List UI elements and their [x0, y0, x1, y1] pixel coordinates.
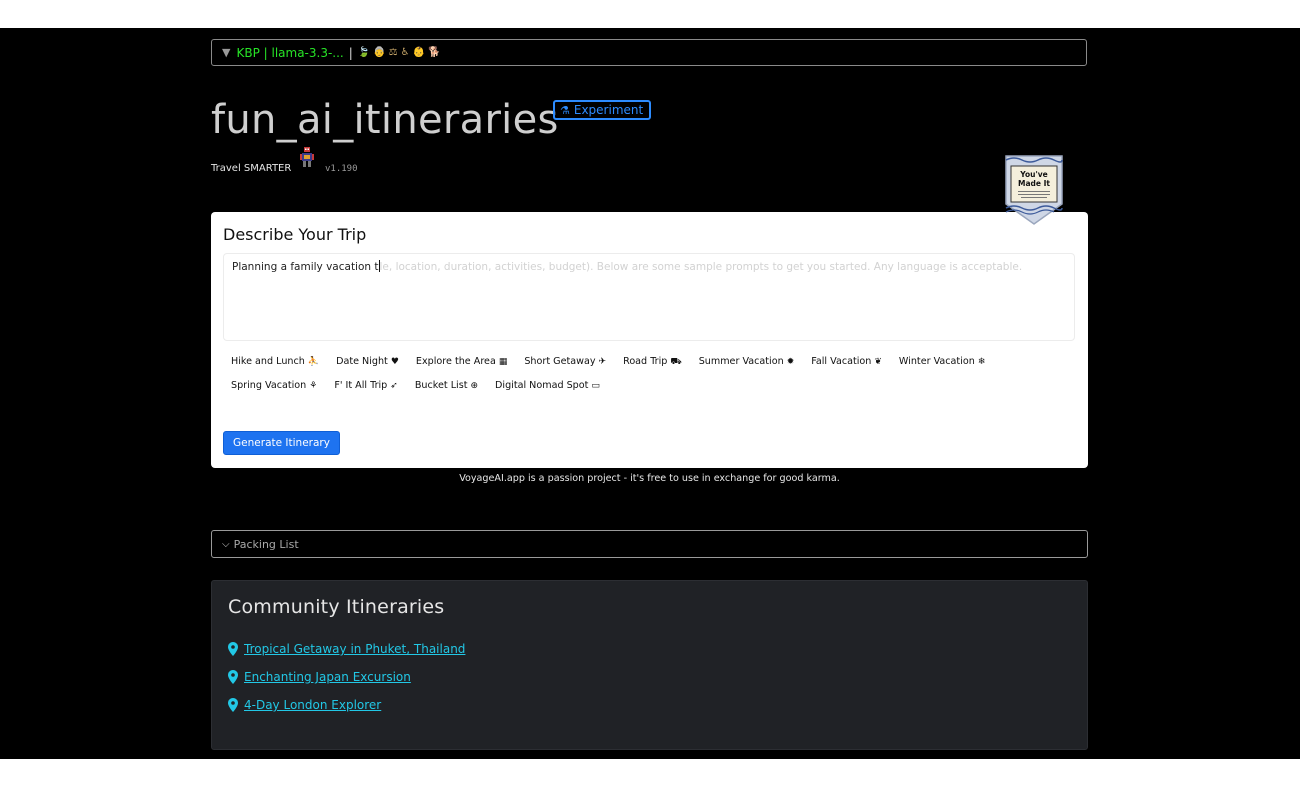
- chip-label: Hike and Lunch: [231, 356, 305, 367]
- sample-prompt-chips: Hike and Lunch ⛹ Date Night ♥ Explore the …: [231, 356, 1081, 391]
- leaf-icon: ❦: [874, 357, 882, 367]
- made-it-shield-badge: You've Made It: [1005, 155, 1063, 225]
- chip-short-getaway[interactable]: Short Getaway ✈: [524, 356, 606, 368]
- globe-icon: ⊕: [470, 381, 479, 391]
- chip-label: Bucket List: [414, 380, 468, 391]
- karma-note: VoyageAI.app is a passion project - it's…: [459, 473, 840, 484]
- community-itineraries-panel: Community Itineraries Tropical Getaway i…: [211, 580, 1088, 750]
- chip-label: Date Night: [336, 356, 388, 367]
- chip-label: Fall Vacation: [811, 356, 872, 367]
- list-item: Tropical Getaway in Phuket, Thailand: [228, 635, 465, 663]
- itinerary-link-phuket[interactable]: Tropical Getaway in Phuket, Thailand: [244, 642, 465, 656]
- packing-list-toggle[interactable]: ⌵ Packing List: [211, 530, 1088, 558]
- car-icon: ⛟: [670, 357, 682, 367]
- snowflake-icon: ❄: [977, 357, 986, 367]
- trip-prompt-value: Planning a family vacation t: [232, 261, 379, 273]
- chip-label: Short Getaway: [524, 356, 596, 367]
- packing-list-label: Packing List: [233, 537, 299, 551]
- chip-road-trip[interactable]: Road Trip ⛟: [623, 356, 682, 368]
- chip-label: Winter Vacation: [898, 356, 975, 367]
- trip-prompt-placeholder: le, location, duration, activities, budg…: [379, 261, 1023, 273]
- list-item: Enchanting Japan Excursion: [228, 663, 465, 691]
- experiment-badge: ⚗ Experiment: [553, 100, 652, 120]
- community-heading: Community Itineraries: [228, 596, 445, 618]
- kbp-model-toggle[interactable]: ▼ KBP | llama-3.3-... | 🍃👵⚖♿👶🐕: [211, 39, 1087, 66]
- tagline: Travel SMARTER: [211, 163, 292, 174]
- chip-label: Digital Nomad Spot: [495, 380, 589, 391]
- chip-fall-vacation[interactable]: Fall Vacation ❦: [811, 356, 882, 368]
- chip-label: F' It All Trip: [334, 380, 388, 391]
- plane-icon: ✈: [598, 357, 607, 367]
- describe-trip-card: Describe Your Trip Planning a family vac…: [211, 212, 1088, 468]
- robot-mascot-icon: [300, 147, 314, 167]
- community-itinerary-list: Tropical Getaway in Phuket, Thailand Enc…: [228, 635, 465, 719]
- seedling-icon: ⚘: [309, 381, 318, 391]
- chip-label: Spring Vacation: [231, 380, 307, 391]
- map-icon: ▦: [498, 357, 508, 367]
- chip-date-night[interactable]: Date Night ♥: [336, 356, 399, 368]
- map-pin-icon: [228, 698, 238, 712]
- trip-prompt-textarea[interactable]: Planning a family vacation tle, location…: [223, 253, 1075, 341]
- chip-winter-vacation[interactable]: Winter Vacation ❄: [899, 356, 985, 368]
- itinerary-link-japan[interactable]: Enchanting Japan Excursion: [244, 670, 411, 684]
- map-pin-icon: [228, 670, 238, 684]
- heart-icon: ♥: [390, 357, 399, 367]
- badge-text-line1: You've: [1019, 170, 1048, 179]
- kbp-separator: |: [348, 45, 353, 60]
- generate-itinerary-button[interactable]: Generate Itinerary: [223, 431, 340, 455]
- chip-label: Summer Vacation: [698, 356, 784, 367]
- chip-spring-vacation[interactable]: Spring Vacation ⚘: [231, 380, 317, 391]
- laptop-icon: ▭: [591, 381, 600, 391]
- page-title: fun_ai_itineraries: [211, 97, 559, 143]
- chip-bucket-list[interactable]: Bucket List ⊕: [415, 380, 478, 391]
- map-pin-icon: [228, 642, 238, 656]
- chip-f-it-all-trip[interactable]: F' It All Trip ➶: [334, 380, 398, 391]
- itinerary-link-london[interactable]: 4-Day London Explorer: [244, 698, 381, 712]
- chevron-down-icon: ⌵: [222, 538, 230, 550]
- chip-digital-nomad-spot[interactable]: Digital Nomad Spot ▭: [495, 380, 600, 391]
- chip-summer-vacation[interactable]: Summer Vacation ✹: [699, 356, 795, 368]
- disclosure-triangle-icon: ▼: [222, 46, 231, 59]
- version-label: v1.190: [325, 164, 358, 174]
- sun-icon: ✹: [786, 357, 795, 367]
- app-stage: ▼ KBP | llama-3.3-... | 🍃👵⚖♿👶🐕 fun_ai_it…: [0, 28, 1300, 759]
- kbp-model-label: KBP | llama-3.3-...: [236, 45, 344, 60]
- kbp-emoji-icons: 🍃👵⚖♿👶🐕: [357, 47, 444, 58]
- flask-icon: ⚗: [560, 103, 570, 117]
- hiker-icon: ⛹: [307, 357, 320, 367]
- chip-label: Road Trip: [623, 356, 668, 367]
- describe-trip-heading: Describe Your Trip: [223, 225, 367, 244]
- chip-hike-and-lunch[interactable]: Hike and Lunch ⛹: [231, 356, 319, 368]
- rocket-icon: ➶: [390, 381, 398, 391]
- chip-explore-the-area[interactable]: Explore the Area ▦: [416, 356, 507, 368]
- experiment-badge-label: Experiment: [573, 103, 644, 117]
- badge-text-line2: Made It: [1018, 179, 1050, 188]
- list-item: 4-Day London Explorer: [228, 691, 465, 719]
- chip-label: Explore the Area: [415, 356, 496, 367]
